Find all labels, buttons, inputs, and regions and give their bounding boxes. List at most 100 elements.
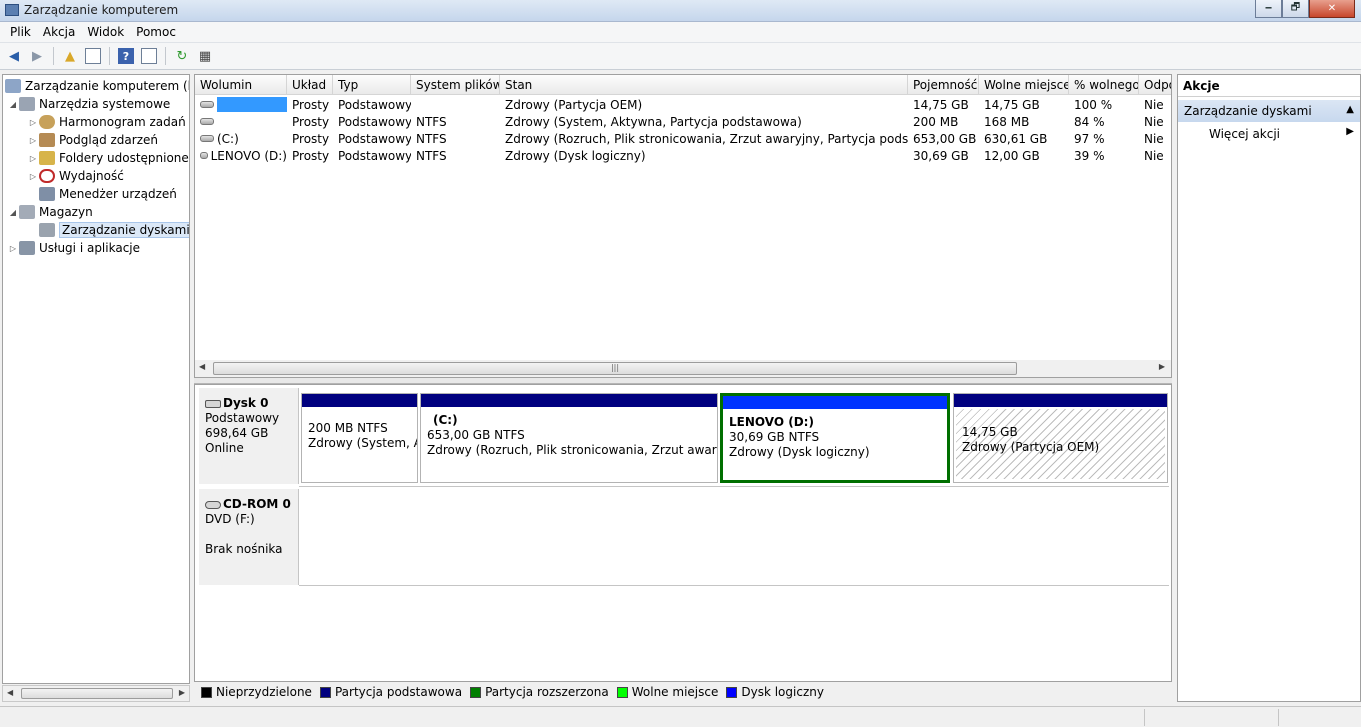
minimize-button[interactable]: 🗕 (1255, 0, 1282, 18)
tree-item-disk-management[interactable]: Zarządzanie dyskami (39, 221, 189, 239)
selected-volume-name (216, 97, 287, 112)
cell-status: Zdrowy (System, Aktywna, Partycja podsta… (505, 114, 802, 129)
table-row[interactable]: (C:) Prosty Podstawowy NTFS Zdrowy (Rozr… (195, 130, 1171, 147)
partition-c[interactable]: (C:) 653,00 GB NTFS Zdrowy (Rozruch, Pli… (420, 393, 718, 483)
actions-pane: Akcje Zarządzanie dyskami ▲ Więcej akcji… (1177, 74, 1361, 702)
column-status[interactable]: Stan (500, 75, 908, 95)
back-icon[interactable]: ◀ (4, 46, 24, 66)
scrollbar-thumb[interactable]: ||| (213, 362, 1017, 375)
collapse-up-icon[interactable]: ▲ (1346, 104, 1354, 115)
scroll-right-icon[interactable]: ▶ (1159, 362, 1165, 371)
partition-system[interactable]: 200 MB NTFS Zdrowy (System, Ak (301, 393, 418, 483)
expanded-arrow-icon[interactable]: ◢ (7, 100, 19, 109)
disk-management-icon (39, 223, 55, 237)
cell-type: Podstawowy (338, 131, 411, 146)
expanded-arrow-icon[interactable]: ◢ (7, 208, 19, 217)
tree-item-device-manager[interactable]: Menedżer urządzeń (39, 185, 177, 203)
clock-icon (39, 115, 55, 129)
partition-status: Zdrowy (Partycja OEM) (962, 440, 1100, 454)
table-row[interactable]: Prosty Podstawowy NTFS Zdrowy (System, A… (195, 113, 1171, 130)
legend-label: Dysk logiczny (741, 685, 824, 699)
scroll-left-icon[interactable]: ◀ (7, 688, 13, 697)
partition-oem[interactable]: 14,75 GB Zdrowy (Partycja OEM) (953, 393, 1168, 483)
tree-item-task-scheduler[interactable]: ▷ Harmonogram zadań (27, 113, 186, 131)
cell-status: Zdrowy (Dysk logiczny) (505, 148, 646, 163)
forward-icon[interactable]: ▶ (27, 46, 47, 66)
more-actions-item[interactable]: Więcej akcji ▶ (1178, 122, 1360, 144)
cell-file-system: NTFS (416, 148, 447, 163)
close-button[interactable]: ✕ (1309, 0, 1355, 18)
partition-lenovo-d[interactable]: LENOVO (D:) 30,69 GB NTFS Zdrowy (Dysk l… (720, 393, 950, 483)
column-free-space[interactable]: Wolne miejsce (979, 75, 1069, 95)
collapsed-arrow-icon[interactable]: ▷ (27, 172, 39, 181)
table-row[interactable]: Prosty Podstawowy Zdrowy (Partycja OEM) … (195, 96, 1171, 113)
window-title: Zarządzanie komputerem (24, 3, 179, 17)
toolbar: ◀ ▶ ▲ ? ↻ ▦ (0, 43, 1361, 70)
collapsed-arrow-icon[interactable]: ▷ (7, 244, 19, 253)
tree-item-performance[interactable]: ▷ Wydajność (27, 167, 124, 185)
legend-label: Partycja podstawowa (334, 685, 463, 699)
cdrom-0-name: CD-ROM 0 (223, 497, 291, 511)
status-bar (0, 706, 1361, 727)
collapsed-arrow-icon[interactable]: ▷ (27, 136, 39, 145)
volume-icon (200, 135, 214, 142)
disk-0-label[interactable]: Dysk 0 Podstawowy 698,64 GB Online (199, 388, 299, 484)
tree-item-root[interactable]: Zarządzanie komputerem (loka (5, 77, 189, 95)
toolbar-separator (109, 47, 110, 65)
show-hide-tree-icon[interactable] (83, 46, 103, 66)
partition-title: (C:) (433, 413, 458, 427)
legend-label: Nieprzydzielone (216, 685, 312, 699)
hard-disk-icon (205, 399, 221, 408)
column-volume[interactable]: Wolumin (195, 75, 287, 95)
help-icon[interactable]: ? (116, 46, 136, 66)
cdrom-0-label[interactable]: CD-ROM 0 DVD (F:) Brak nośnika (199, 489, 299, 585)
tree-horizontal-scrollbar[interactable]: ◀ ▶ (2, 685, 190, 702)
cell-percent-free: 97 % (1074, 131, 1105, 146)
cell-capacity: 200 MB (913, 114, 959, 129)
tree-item-storage[interactable]: ◢ Magazyn (7, 203, 93, 221)
menu-action[interactable]: Akcja (37, 25, 81, 39)
scroll-left-icon[interactable]: ◀ (199, 362, 205, 371)
actions-section-disk-management[interactable]: Zarządzanie dyskami ▲ (1178, 100, 1360, 122)
cell-percent-free: 100 % (1074, 97, 1113, 112)
column-file-system[interactable]: System plików (411, 75, 500, 95)
partition-size: 653,00 GB NTFS (427, 428, 525, 442)
disk-0-type: Podstawowy (205, 411, 280, 425)
legend: Nieprzydzielone Partycja podstawowa Part… (199, 685, 824, 699)
cell-volume (195, 113, 287, 130)
menu-file[interactable]: Plik (4, 25, 37, 39)
column-type[interactable]: Typ (333, 75, 411, 95)
tree-item-shared-folders[interactable]: ▷ Foldery udostępnione (27, 149, 189, 167)
event-log-icon (39, 133, 55, 147)
tree-item-event-viewer[interactable]: ▷ Podgląd zdarzeń (27, 131, 158, 149)
menu-help[interactable]: Pomoc (130, 25, 182, 39)
disk-0-size: 698,64 GB (205, 426, 269, 440)
table-row[interactable]: LENOVO (D:) Prosty Podstawowy NTFS Zdrow… (195, 147, 1171, 164)
menu-view[interactable]: Widok (81, 25, 130, 39)
column-fault-tolerance[interactable]: Odpo (1139, 75, 1171, 95)
column-layout[interactable]: Układ (287, 75, 333, 95)
collapsed-arrow-icon[interactable]: ▷ (27, 154, 39, 163)
cdrom-0-status: Brak nośnika (205, 542, 283, 556)
scroll-right-icon[interactable]: ▶ (179, 688, 185, 697)
tree-item-system-tools[interactable]: ◢ Narzędzia systemowe (7, 95, 170, 113)
logical-drive-bar (723, 396, 947, 409)
actions-header: Akcje (1178, 75, 1360, 97)
cell-type: Podstawowy (338, 114, 411, 129)
window-controls: 🗕 🗗 ✕ (1255, 0, 1355, 18)
up-folder-icon[interactable]: ▲ (60, 46, 80, 66)
collapsed-arrow-icon[interactable]: ▷ (27, 118, 39, 127)
maximize-button[interactable]: 🗗 (1282, 0, 1309, 18)
properties-icon[interactable]: ▦ (195, 46, 215, 66)
navigation-tree: Zarządzanie komputerem (loka ◢ Narzędzia… (2, 74, 190, 684)
list-horizontal-scrollbar[interactable]: ◀ ||| ▶ (195, 360, 1171, 377)
column-percent-free[interactable]: % wolnego (1069, 75, 1139, 95)
scrollbar-thumb[interactable] (21, 688, 173, 699)
show-hide-action-pane-icon[interactable] (139, 46, 159, 66)
refresh-icon[interactable]: ↻ (172, 46, 192, 66)
column-capacity[interactable]: Pojemność (908, 75, 979, 95)
tree-item-services[interactable]: ▷ Usługi i aplikacje (7, 239, 140, 257)
disk-graphical-view: Dysk 0 Podstawowy 698,64 GB Online 200 M… (194, 384, 1172, 699)
partition-title: LENOVO (D:) (729, 415, 814, 429)
legend-swatch-free-space (616, 686, 628, 698)
